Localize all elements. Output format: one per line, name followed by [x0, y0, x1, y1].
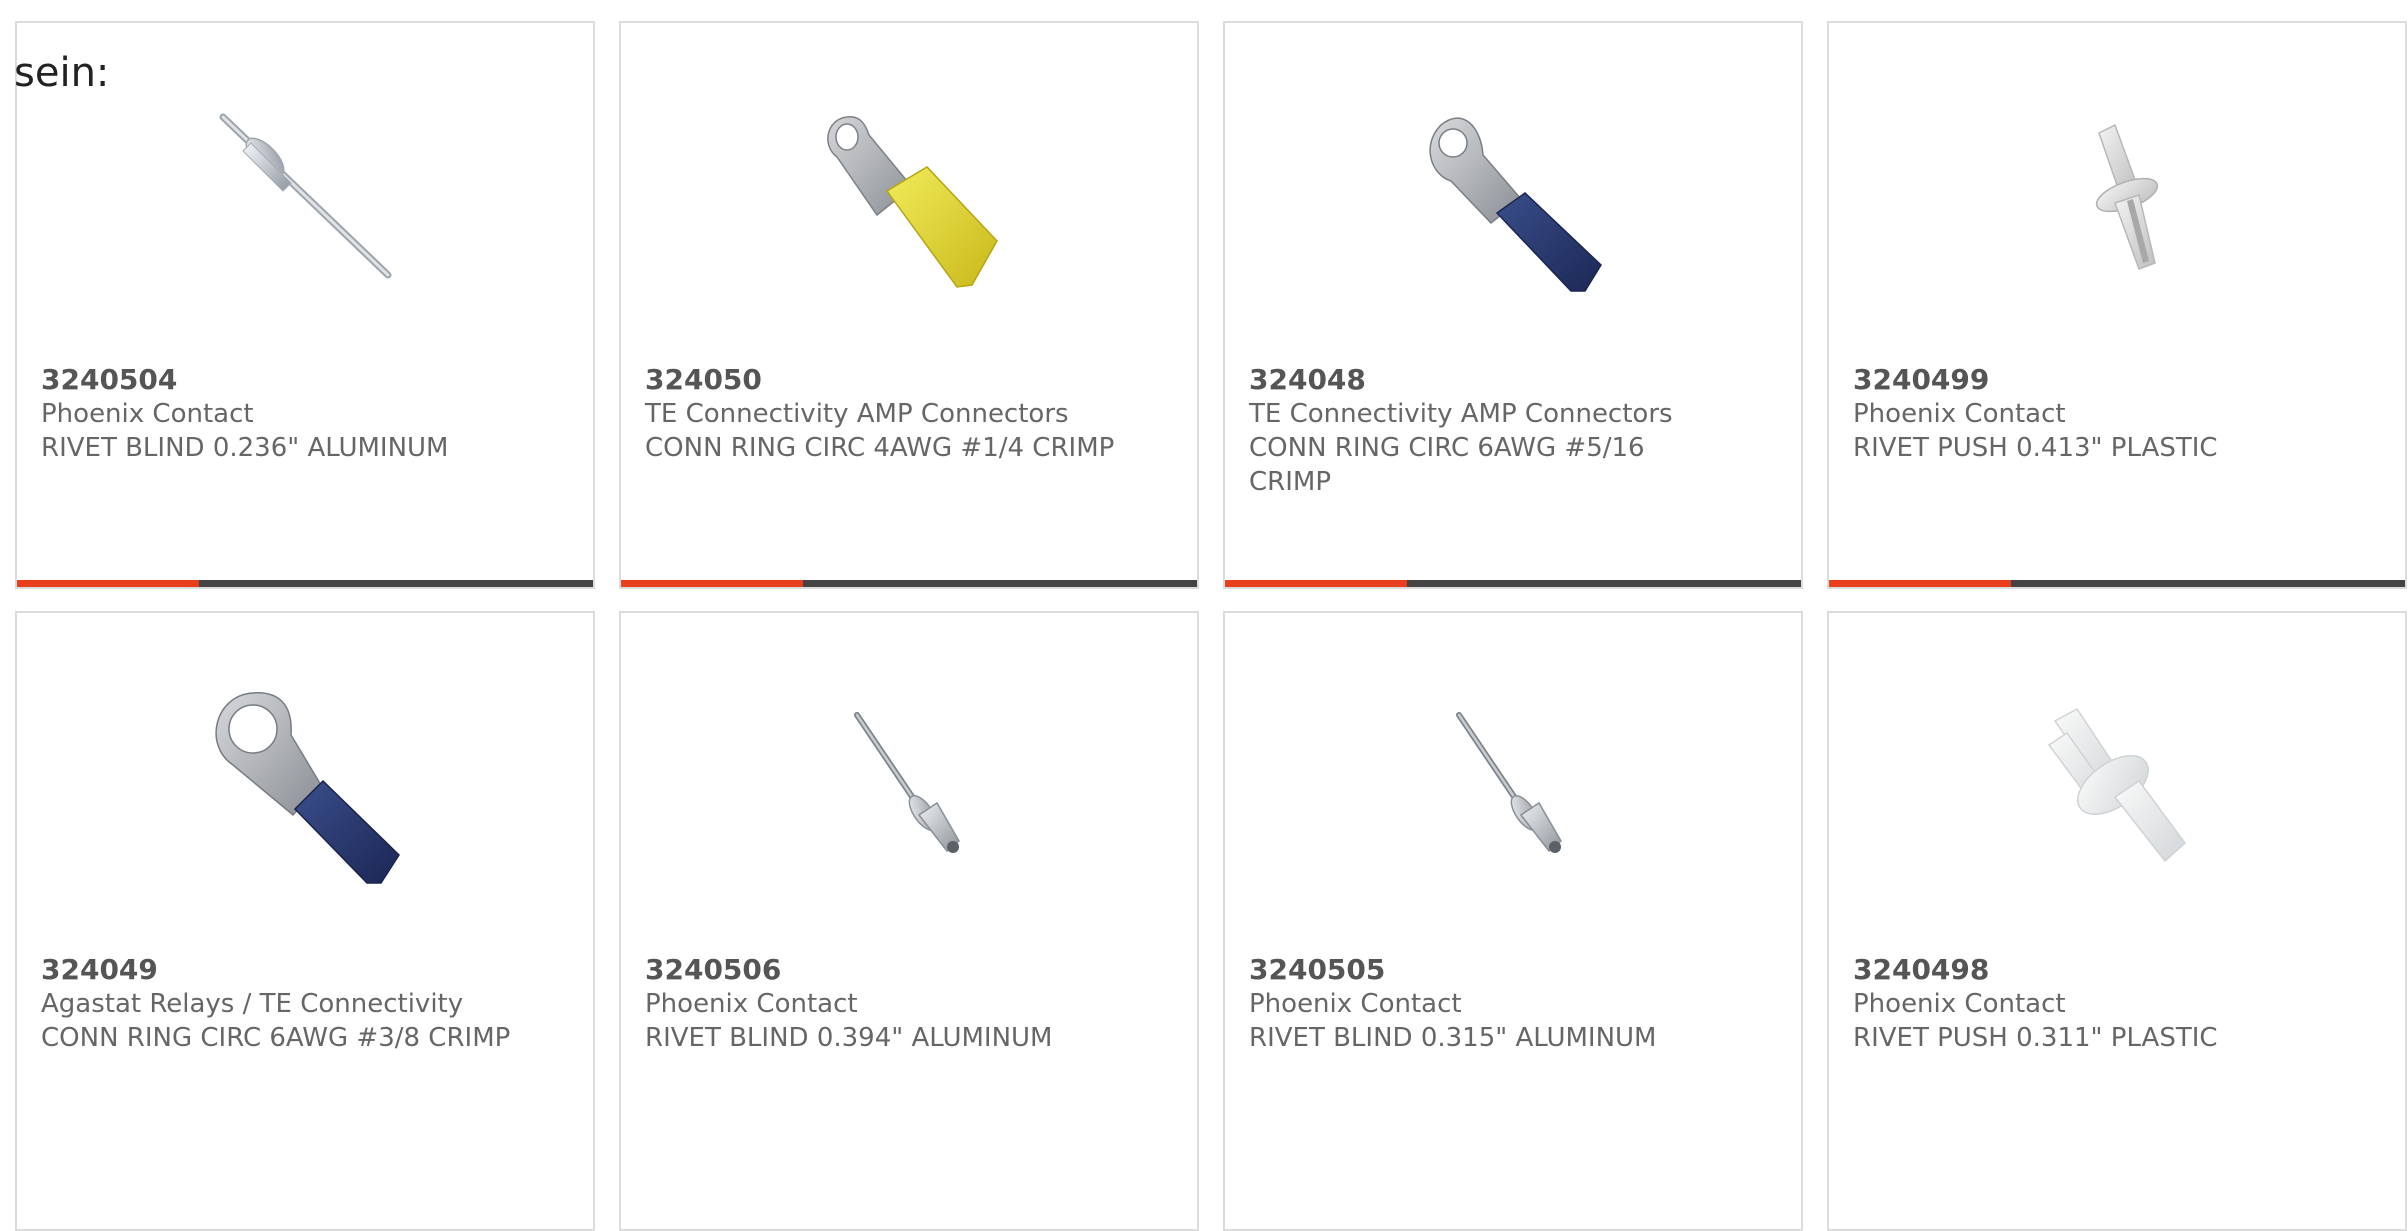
product-card[interactable]: 324049 Agastat Relays / TE Connectivity … [15, 611, 595, 1231]
ring-terminal-yellow-icon [807, 95, 1007, 295]
card-accent-bar [1829, 580, 2011, 587]
card-bottom-bar [621, 580, 1197, 587]
product-info: 324049 Agastat Relays / TE Connectivity … [41, 953, 511, 1055]
blind-rivet-long-icon [203, 95, 403, 295]
product-card[interactable]: 324048 TE Connectivity AMP Connectors CO… [1223, 21, 1803, 589]
manufacturer: Phoenix Contact [645, 989, 858, 1019]
part-number[interactable]: 3240506 [645, 953, 1115, 987]
manufacturer: Phoenix Contact [1249, 989, 1462, 1019]
manufacturer: Phoenix Contact [41, 399, 254, 429]
ring-terminal-blue-icon [1411, 95, 1611, 295]
product-card[interactable]: 3240498 Phoenix Contact RIVET PUSH 0.311… [1827, 611, 2407, 1231]
manufacturer: Phoenix Contact [1853, 399, 2066, 429]
description: RIVET BLIND 0.315" ALUMINUM [1249, 1023, 1657, 1053]
description: RIVET PUSH 0.413" PLASTIC [1853, 433, 2218, 463]
card-accent-bar [1225, 580, 1407, 587]
description: CONN RING CIRC 6AWG #3/8 CRIMP [41, 1023, 511, 1053]
product-card[interactable]: 3240499 Phoenix Contact RIVET PUSH 0.413… [1827, 21, 2407, 589]
card-bottom-bar [17, 580, 593, 587]
product-info: 3240505 Phoenix Contact RIVET BLIND 0.31… [1249, 953, 1719, 1055]
product-info: 324048 TE Connectivity AMP Connectors CO… [1249, 363, 1719, 499]
part-number[interactable]: 3240505 [1249, 953, 1719, 987]
part-number[interactable]: 324048 [1249, 363, 1719, 397]
section-heading: sein: [14, 50, 110, 96]
product-grid: 3240504 Phoenix Contact RIVET BLIND 0.23… [15, 21, 2407, 1231]
manufacturer: Phoenix Contact [1853, 989, 2066, 1019]
blind-rivet-icon [1411, 685, 1611, 885]
part-number[interactable]: 324050 [645, 363, 1115, 397]
description: RIVET BLIND 0.394" ALUMINUM [645, 1023, 1053, 1053]
product-info: 3240499 Phoenix Contact RIVET PUSH 0.413… [1853, 363, 2323, 465]
product-card[interactable]: 3240504 Phoenix Contact RIVET BLIND 0.23… [15, 21, 595, 589]
ring-terminal-blue-large-icon [203, 685, 403, 885]
manufacturer: TE Connectivity AMP Connectors [645, 399, 1069, 429]
blind-rivet-icon [807, 685, 1007, 885]
manufacturer: TE Connectivity AMP Connectors [1249, 399, 1673, 429]
card-accent-bar [621, 580, 803, 587]
product-card[interactable]: 3240505 Phoenix Contact RIVET BLIND 0.31… [1223, 611, 1803, 1231]
description: RIVET BLIND 0.236" ALUMINUM [41, 433, 449, 463]
part-number[interactable]: 3240498 [1853, 953, 2323, 987]
push-rivet-white-icon [2015, 685, 2215, 885]
description: CONN RING CIRC 4AWG #1/4 CRIMP [645, 433, 1115, 463]
product-card[interactable]: 3240506 Phoenix Contact RIVET BLIND 0.39… [619, 611, 1199, 1231]
part-number[interactable]: 3240499 [1853, 363, 2323, 397]
part-number[interactable]: 3240504 [41, 363, 511, 397]
description: CONN RING CIRC 6AWG #5/16 CRIMP [1249, 433, 1645, 497]
product-info: 3240498 Phoenix Contact RIVET PUSH 0.311… [1853, 953, 2323, 1055]
product-info: 3240504 Phoenix Contact RIVET BLIND 0.23… [41, 363, 511, 465]
part-number[interactable]: 324049 [41, 953, 511, 987]
card-accent-bar [17, 580, 199, 587]
product-info: 3240506 Phoenix Contact RIVET BLIND 0.39… [645, 953, 1115, 1055]
product-info: 324050 TE Connectivity AMP Connectors CO… [645, 363, 1115, 465]
manufacturer: Agastat Relays / TE Connectivity [41, 989, 464, 1019]
card-bottom-bar [1829, 580, 2405, 587]
push-rivet-icon [2015, 95, 2215, 295]
product-card[interactable]: 324050 TE Connectivity AMP Connectors CO… [619, 21, 1199, 589]
card-bottom-bar [1225, 580, 1801, 587]
description: RIVET PUSH 0.311" PLASTIC [1853, 1023, 2218, 1053]
